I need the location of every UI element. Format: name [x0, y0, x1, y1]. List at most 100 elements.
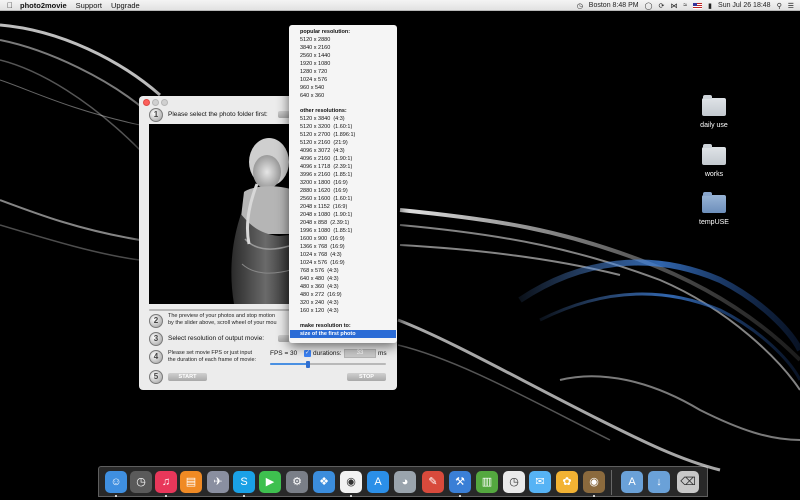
desktop-folder-tempuse[interactable]: tempUSE [689, 192, 739, 226]
resolution-option[interactable]: 2880 x 1620 (16:9) [289, 187, 397, 195]
resolution-option[interactable]: 1024 x 768 (4:3) [289, 251, 397, 259]
step-3-icon: 3 [149, 332, 163, 346]
resolution-option[interactable]: 1280 x 720 [289, 68, 397, 76]
menu-bar:  photo2movie Support Upgrade ◷ Boston 8… [0, 0, 800, 11]
skype-icon[interactable]: S [233, 471, 255, 493]
menu-upgrade[interactable]: Upgrade [111, 1, 140, 10]
dock-running-indicator [459, 495, 461, 497]
fps-slider-thumb[interactable] [306, 361, 311, 368]
resolution-option[interactable]: 480 x 360 (4:3) [289, 283, 397, 291]
preview-slider-track[interactable] [149, 309, 300, 311]
resolution-option[interactable]: 3200 x 1800 (16:9) [289, 179, 397, 187]
start-button[interactable]: START [168, 373, 207, 381]
sync-icon[interactable]: ⟳ [658, 2, 664, 10]
window-close-button[interactable] [143, 99, 150, 106]
safari-icon[interactable]: ❖ [313, 471, 335, 493]
resolution-option[interactable]: 3840 x 2160 [289, 44, 397, 52]
clock-icon[interactable]: ◷ [503, 471, 525, 493]
numbers-icon[interactable]: ▥ [476, 471, 498, 493]
stop-button[interactable]: STOP [347, 373, 386, 381]
resolution-option[interactable]: 480 x 272 (16:9) [289, 291, 397, 299]
launchpad-icon[interactable]: ✈ [207, 471, 229, 493]
resolution-option[interactable]: 768 x 576 (4:3) [289, 267, 397, 275]
messages-icon[interactable]: ✉ [529, 471, 551, 493]
menu-support[interactable]: Support [76, 1, 102, 10]
resolution-option[interactable]: 4096 x 2160 (1.90:1) [289, 155, 397, 163]
finder-icon[interactable]: ☺ [105, 471, 127, 493]
system-preferences-icon[interactable]: ⚙ [286, 471, 308, 493]
downloads-folder-icon[interactable]: ↓ [648, 471, 670, 493]
resolution-option[interactable]: 960 x 540 [289, 84, 397, 92]
resolution-option[interactable]: 2048 x 1152 (16:9) [289, 203, 397, 211]
folder-icon [702, 192, 726, 213]
preview-photo [149, 124, 300, 304]
bluetooth-icon[interactable]: ⋈ [670, 2, 677, 10]
resolution-option[interactable]: 2048 x 1080 (1.90:1) [289, 211, 397, 219]
dashboard-icon[interactable]: ◷ [130, 471, 152, 493]
resolution-option[interactable]: 1366 x 768 (16:9) [289, 243, 397, 251]
resolution-option[interactable]: 5120 x 3840 (4:3) [289, 115, 397, 123]
resolution-option[interactable]: 320 x 240 (4:3) [289, 299, 397, 307]
trash-icon[interactable]: ⌫ [677, 471, 699, 493]
photo-preview[interactable] [149, 124, 300, 304]
desktop-icon-label: works [704, 171, 724, 178]
battery-icon[interactable]: ▮ [708, 2, 712, 10]
wifi-icon[interactable]: ≈ [683, 2, 687, 9]
duration-checkbox[interactable]: ✓ [304, 350, 311, 357]
resolution-option-first-photo[interactable]: size of the first photo [290, 330, 396, 338]
us-flag-input-icon[interactable] [693, 2, 703, 9]
resolution-option[interactable]: 1920 x 1080 [289, 60, 397, 68]
chrome-icon[interactable]: ◉ [340, 471, 362, 493]
step-2-text-line1: The preview of your photos and stop moti… [168, 313, 276, 319]
world-clock-label[interactable]: Boston 8:48 PM [589, 2, 639, 9]
desktop-folder-works[interactable]: works [689, 144, 739, 178]
resolution-option[interactable]: 1996 x 1080 (1.85:1) [289, 227, 397, 235]
step-2-icon: 2 [149, 314, 163, 328]
resolution-dropdown-menu: popular resolution: 5120 x 2880 3840 x 21… [289, 25, 397, 343]
apple-menu-icon[interactable]:  [0, 1, 20, 10]
ibooks-icon[interactable]: ▤ [180, 471, 202, 493]
folder-icon [702, 144, 726, 165]
resolution-option[interactable]: 4096 x 1718 (2.39:1) [289, 163, 397, 171]
fps-label: FPS = 30 [270, 350, 298, 357]
resolution-option[interactable]: 1024 x 576 (16:9) [289, 259, 397, 267]
resolution-option[interactable]: 1600 x 900 (16:9) [289, 235, 397, 243]
resolution-option[interactable]: 5120 x 2160 (21:9) [289, 139, 397, 147]
resolution-option[interactable]: 3996 x 2160 (1.85:1) [289, 171, 397, 179]
resolution-option[interactable]: 5120 x 2700 (1.896:1) [289, 131, 397, 139]
window-minimize-button[interactable] [152, 99, 159, 106]
photo2movie-icon[interactable]: ◉ [583, 471, 605, 493]
resolution-option[interactable]: 160 x 120 (4:3) [289, 307, 397, 315]
resolution-option[interactable]: 640 x 480 (4:3) [289, 275, 397, 283]
status-icon[interactable]: ◯ [645, 2, 653, 10]
resolution-option[interactable]: 5120 x 2880 [289, 36, 397, 44]
facetime-icon[interactable]: ▶ [259, 471, 281, 493]
preview-icon[interactable]: ✎ [422, 471, 444, 493]
folder-icon [702, 95, 726, 116]
resolution-option[interactable]: 2048 x 858 (2.39:1) [289, 219, 397, 227]
duration-input[interactable]: 33 [344, 349, 376, 358]
notification-center-icon[interactable]: ☰ [788, 2, 794, 10]
resolution-option[interactable]: 4096 x 3072 (4:3) [289, 147, 397, 155]
desktop-folder-daily-use[interactable]: daily use [689, 95, 739, 129]
menubar-clock[interactable]: Sun Jul 26 18:48 [718, 2, 771, 9]
photos-icon[interactable]: ✿ [556, 471, 578, 493]
step-1-icon: 1 [149, 108, 163, 122]
resolution-option[interactable]: 5120 x 3200 (1.60:1) [289, 123, 397, 131]
xcode-icon[interactable]: ⚒ [449, 471, 471, 493]
app-store-icon[interactable]: A [367, 471, 389, 493]
applications-folder-icon[interactable]: A [621, 471, 643, 493]
resolution-option[interactable]: 640 x 360 [289, 92, 397, 100]
itunes-icon[interactable]: ♫ [155, 471, 177, 493]
clock-status-icon[interactable]: ◷ [577, 2, 583, 10]
dock-running-indicator [165, 495, 167, 497]
menu-app-name[interactable]: photo2movie [20, 1, 67, 10]
disk-utility-icon[interactable]: ◕ [394, 471, 416, 493]
resolution-option[interactable]: 2560 x 1440 [289, 52, 397, 60]
spotlight-icon[interactable]: ⚲ [777, 2, 782, 10]
resolution-option[interactable]: 1024 x 576 [289, 76, 397, 84]
step-5-icon: 5 [149, 370, 163, 384]
window-zoom-button[interactable] [161, 99, 168, 106]
dock: ☺ ◷ ♫ ▤ ✈ S ▶ ⚙ ❖ ◉ A ◕ ✎ ⚒ ▥ ◷ ✉ ✿ ◉ A ↓ ⌫ [98, 466, 708, 497]
resolution-option[interactable]: 2560 x 1600 (1.60:1) [289, 195, 397, 203]
